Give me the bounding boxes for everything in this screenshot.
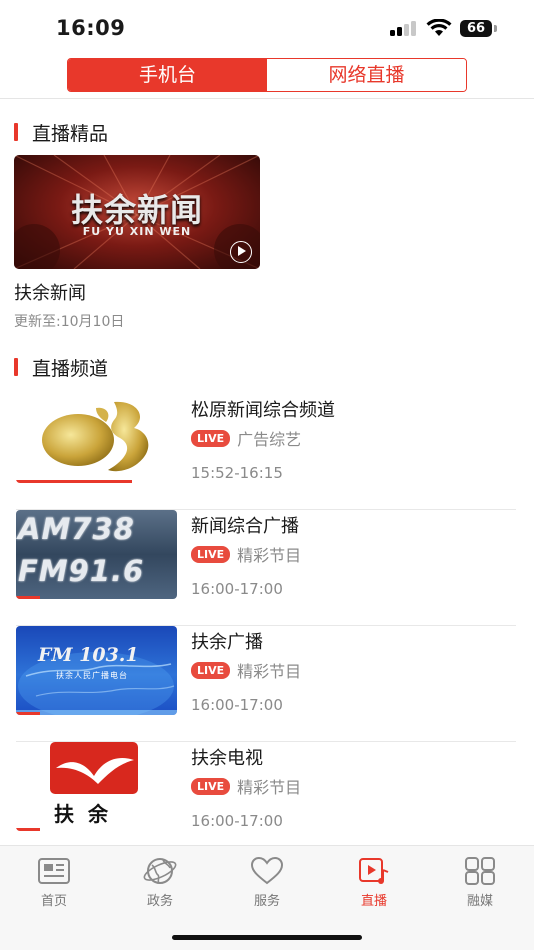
- thumb-fm-frequency: FM 103.1: [38, 644, 139, 666]
- battery-icon: 66: [460, 20, 492, 37]
- section-accent-bar: [14, 123, 18, 141]
- channel-thumbnail[interactable]: [16, 394, 177, 483]
- channel-thumbnail[interactable]: AM738 FM91.6: [16, 510, 177, 599]
- featured-section-title: 直播精品: [32, 122, 109, 145]
- live-row: LIVE 精彩节目: [191, 658, 301, 682]
- grid-icon: [465, 857, 495, 885]
- live-badge: LIVE: [191, 429, 231, 447]
- program-time: 16:00-17:00: [191, 812, 283, 830]
- segment-control: 手机台 网络直播: [67, 58, 467, 92]
- wifi-icon: [426, 19, 452, 36]
- thumb-station-name: 扶余人民广播电台: [56, 671, 128, 680]
- channel-name[interactable]: 扶余广播: [191, 628, 263, 654]
- tab-services[interactable]: 服务: [227, 856, 307, 909]
- section-accent-bar: [14, 358, 18, 376]
- live-page: 16:09 66 手机台 网络直播 直播精品 扶余新闻 FU YU XIN WE…: [0, 0, 534, 950]
- tab-live[interactable]: 直播: [334, 856, 414, 909]
- channel-thumbnail[interactable]: FM 103.1 扶余人民广播电台: [16, 626, 177, 715]
- thumb-fm-text: FM91.6: [18, 554, 145, 588]
- featured-section-header: 直播精品: [14, 120, 109, 145]
- tab-label: 直播: [360, 894, 387, 909]
- program-desc: 精彩节目: [237, 662, 302, 681]
- play-icon[interactable]: [230, 241, 252, 263]
- channel-name[interactable]: 松原新闻综合频道: [191, 396, 335, 422]
- globe-icon: [143, 858, 177, 884]
- channels-section-title: 直播频道: [32, 357, 109, 380]
- home-indicator[interactable]: [172, 935, 362, 940]
- live-badge: LIVE: [191, 545, 231, 563]
- live-row: LIVE 精彩节目: [191, 542, 301, 566]
- live-badge: LIVE: [191, 777, 231, 795]
- featured-update-date: 更新至:10月10日: [14, 314, 125, 330]
- heart-icon: [250, 856, 284, 885]
- program-time: 16:00-17:00: [191, 696, 283, 714]
- playback-progress-bar: [16, 480, 132, 483]
- playback-progress-bar: [16, 712, 41, 715]
- status-bar: 16:09 66: [0, 0, 534, 56]
- channel-item[interactable]: AM738 FM91.6 新闻综合广播 LIVE 精彩节目 16:00-17:0…: [16, 510, 516, 626]
- tab-home[interactable]: 首页: [14, 856, 94, 909]
- live-row: LIVE 广告综艺: [191, 426, 301, 450]
- live-play-icon: [359, 858, 389, 884]
- channel-item[interactable]: 扶余 扶余电视 LIVE 精彩节目 16:00-17:00: [16, 742, 516, 858]
- channels-section-header: 直播频道: [14, 355, 109, 380]
- songyuan-logo-icon: [42, 401, 149, 472]
- channel-thumbnail[interactable]: 扶余: [16, 742, 177, 831]
- cellular-signal-icon: [390, 20, 418, 36]
- thumb-fuyu-text: 扶余: [54, 802, 122, 826]
- live-badge: LIVE: [191, 661, 231, 679]
- featured-thumbnail[interactable]: 扶余新闻 FU YU XIN WEN: [14, 155, 260, 269]
- program-desc: 精彩节目: [237, 546, 302, 565]
- channel-item[interactable]: FM 103.1 扶余人民广播电台 扶余广播 LIVE 精彩节目 16:00-1…: [16, 626, 516, 742]
- battery-tip: [494, 25, 497, 32]
- tab-media[interactable]: 融媒: [440, 856, 520, 909]
- program-time: 15:52-16:15: [191, 464, 283, 482]
- segment-mobile-tv[interactable]: 手机台: [68, 59, 267, 91]
- channel-name[interactable]: 新闻综合广播: [191, 512, 299, 538]
- channel-item[interactable]: 松原新闻综合频道 LIVE 广告综艺 15:52-16:15: [16, 394, 516, 510]
- featured-logo-subtext: FU YU XIN WEN: [82, 225, 192, 238]
- featured-card[interactable]: 扶余新闻 FU YU XIN WEN 扶余新闻 更新至:10月10日: [14, 155, 260, 331]
- tab-label: 融媒: [466, 894, 493, 909]
- channel-name[interactable]: 扶余电视: [191, 744, 263, 770]
- segment-web-live[interactable]: 网络直播: [267, 59, 466, 91]
- thumb-am-text: AM738: [18, 512, 135, 546]
- playback-progress-bar: [16, 596, 41, 599]
- tab-label: 服务: [253, 894, 280, 909]
- news-icon: [38, 858, 70, 884]
- playback-progress-bar: [16, 828, 41, 831]
- program-desc: 精彩节目: [237, 778, 302, 797]
- live-row: LIVE 精彩节目: [191, 774, 301, 798]
- status-time: 16:09: [56, 16, 126, 40]
- featured-title[interactable]: 扶余新闻: [14, 279, 260, 305]
- tab-label: 政务: [146, 894, 173, 909]
- header-divider: [0, 98, 534, 99]
- tab-government[interactable]: 政务: [120, 856, 200, 909]
- tab-label: 首页: [40, 894, 67, 909]
- program-desc: 广告综艺: [237, 430, 302, 449]
- program-time: 16:00-17:00: [191, 580, 283, 598]
